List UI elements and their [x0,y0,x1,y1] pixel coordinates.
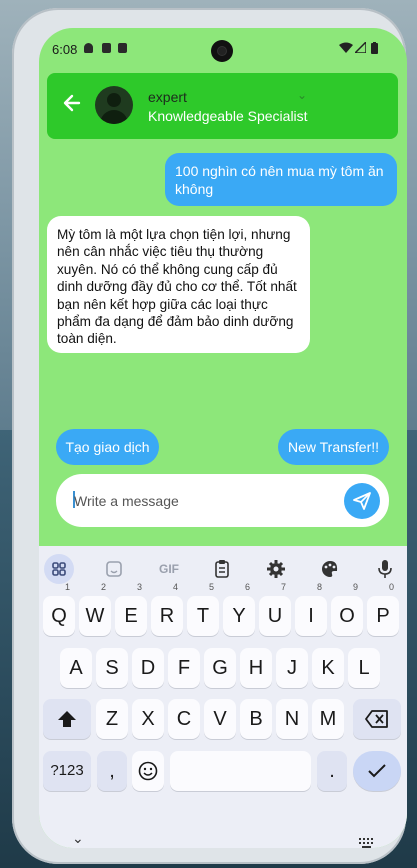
key-i[interactable]: 8I [295,583,327,636]
key-d[interactable]: D [132,648,164,688]
settings-gear-icon[interactable] [261,554,291,584]
key-l[interactable]: L [348,648,380,688]
key-m[interactable]: M [312,699,344,739]
new-transfer-chip[interactable]: New Transfer!! [278,429,389,465]
key-c[interactable]: C [168,699,200,739]
key-b[interactable]: B [240,699,272,739]
create-transaction-chip[interactable]: Tạo giao dịch [56,429,159,465]
chevron-down-icon[interactable]: ⌄ [297,88,307,102]
hide-keyboard-chevron-icon[interactable]: ⌄ [72,830,84,847]
user-message-bubble: 100 nghìn có nên mua mỳ tôm ăn không [165,153,397,206]
backspace-key[interactable] [353,699,401,739]
app-a-icon [102,43,111,53]
sticker-icon[interactable] [99,554,129,584]
shield-icon [84,43,93,53]
key-k[interactable]: K [312,648,344,688]
screen: 6:08 expert ⌄ Knowledgeable Specialist 1… [39,28,407,848]
period-key[interactable]: . [317,751,347,791]
status-time: 6:08 [52,42,78,57]
key-n[interactable]: N [276,699,308,739]
signal-icon [355,42,366,53]
chat-header: expert ⌄ Knowledgeable Specialist [47,73,398,139]
key-r[interactable]: 4R [151,583,183,636]
clipboard-icon[interactable] [207,554,237,584]
key-t[interactable]: 5T [187,583,219,636]
message-composer [56,474,389,527]
bot-message-bubble: Mỳ tôm là một lựa chọn tiện lợi, nhưng n… [47,216,310,353]
key-s[interactable]: S [96,648,128,688]
key-u[interactable]: 7U [259,583,291,636]
key-h[interactable]: H [240,648,272,688]
key-e[interactable]: 3E [115,583,147,636]
keyboard-switch-icon[interactable] [359,838,375,848]
checkmark-icon [368,764,386,778]
key-q[interactable]: 1Q [43,583,75,636]
contact-subtitle: Knowledgeable Specialist [148,108,308,124]
key-z[interactable]: Z [96,699,128,739]
shift-key[interactable] [43,699,91,739]
back-arrow-icon[interactable] [61,92,83,114]
microphone-icon[interactable] [370,554,400,584]
space-key[interactable] [170,751,311,791]
key-w[interactable]: 2W [79,583,111,636]
key-f[interactable]: F [168,648,200,688]
gif-button[interactable]: GIF [152,554,186,584]
apps-grid-icon[interactable] [44,554,74,584]
emoji-key[interactable] [132,751,164,791]
emoji-icon [138,761,158,781]
front-camera [211,40,233,62]
contact-name: expert [148,89,187,105]
send-button[interactable] [344,483,380,519]
battery-icon [371,42,378,54]
backspace-icon [365,710,388,728]
key-y[interactable]: 6Y [223,583,255,636]
send-icon [353,492,371,510]
key-x[interactable]: X [132,699,164,739]
comma-key[interactable]: , [97,751,127,791]
avatar[interactable] [95,86,133,124]
phone-frame: 6:08 expert ⌄ Knowledgeable Specialist 1… [12,8,407,864]
done-key[interactable] [353,751,401,791]
status-bar: 6:08 [39,28,407,68]
wifi-icon [339,42,353,53]
keyboard: GIF 1Q 2W 3E 4R 5T 6Y 7U 8I 9O 0P A S D … [39,546,407,848]
shift-arrow-icon [58,711,76,727]
key-a[interactable]: A [60,648,92,688]
message-input[interactable] [72,490,336,512]
sim-card-icon [118,43,127,53]
symbols-key[interactable]: ?123 [43,751,91,791]
key-g[interactable]: G [204,648,236,688]
key-o[interactable]: 9O [331,583,363,636]
key-v[interactable]: V [204,699,236,739]
key-j[interactable]: J [276,648,308,688]
palette-icon[interactable] [315,554,345,584]
key-p[interactable]: 0P [367,583,399,636]
